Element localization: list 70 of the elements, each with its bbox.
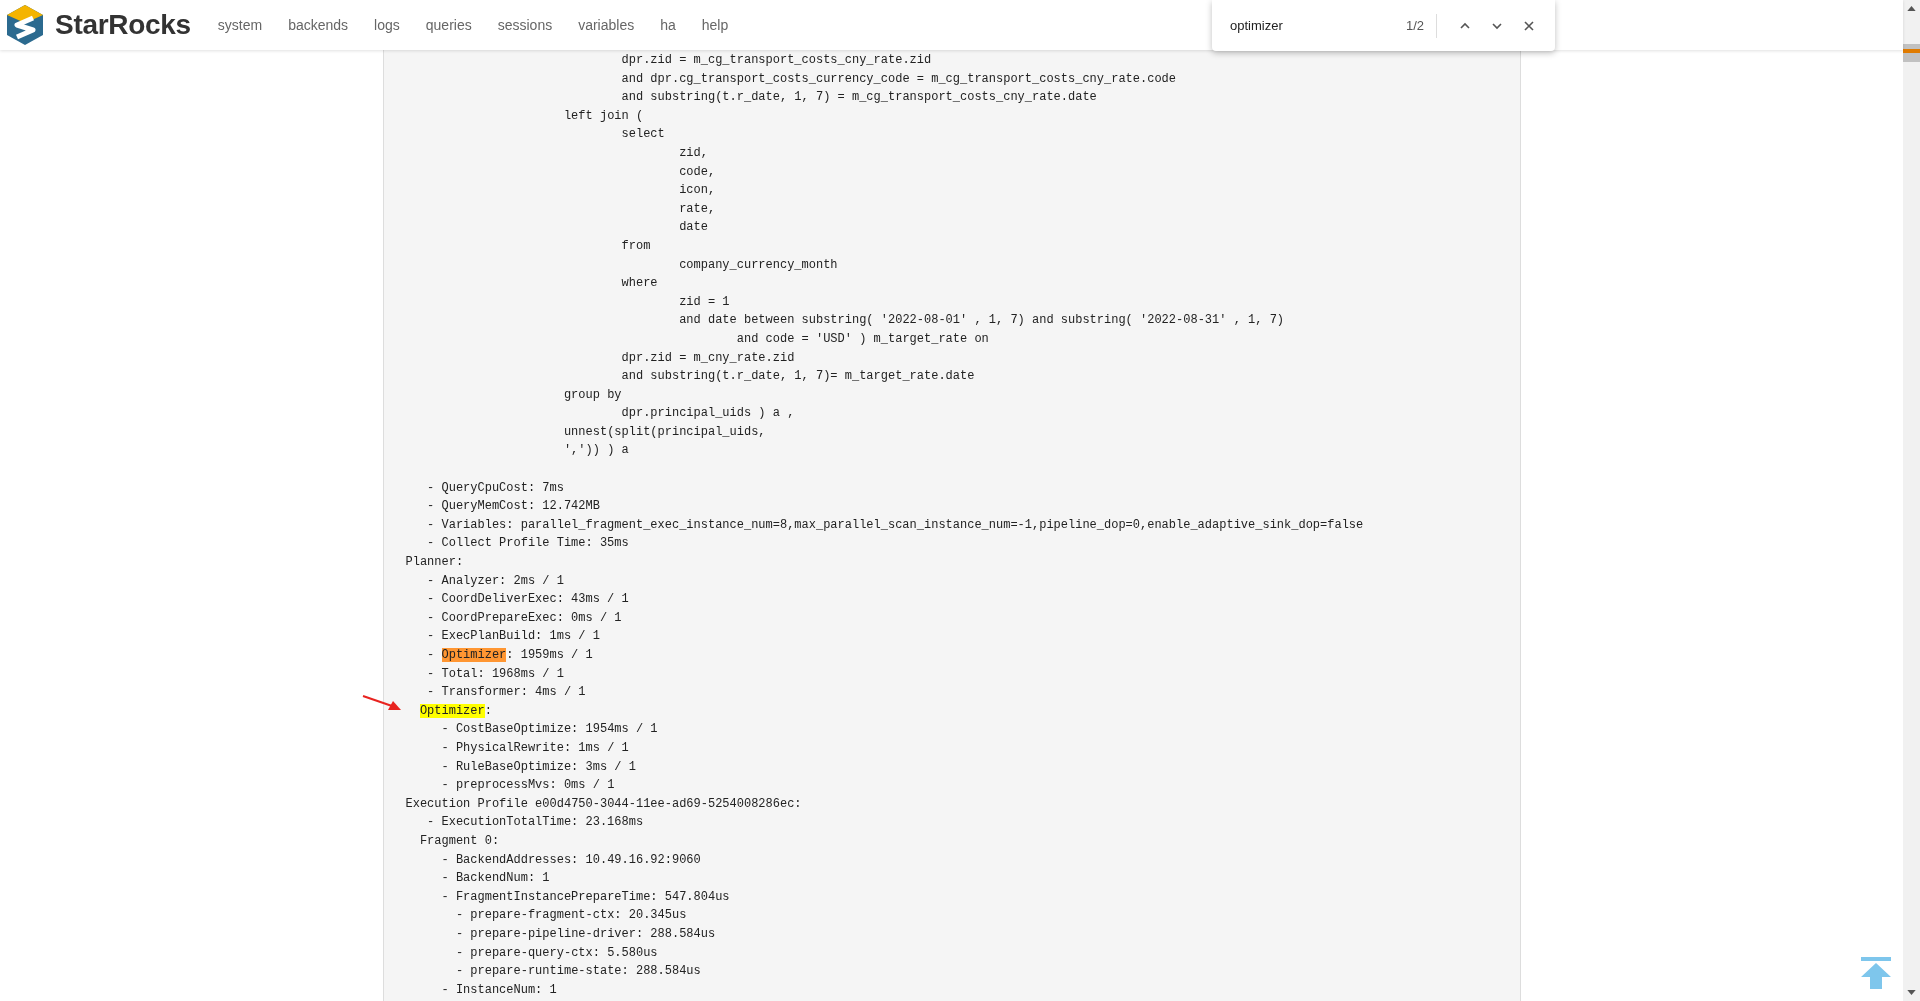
- profile-line: - PhysicalRewrite: 1ms / 1: [440, 739, 629, 757]
- find-input-field[interactable]: optimizer: [1230, 18, 1406, 33]
- profile-line: - CoordPrepareExec: 0ms / 1: [426, 609, 622, 627]
- sql-code-line: icon,: [678, 182, 716, 200]
- profile-line-text: :: [484, 703, 492, 718]
- nav-link[interactable]: variables: [565, 17, 648, 33]
- profile-line: - Transformer: 4ms / 1: [426, 684, 586, 702]
- sql-code-line: and code = 'USD' ) m_target_rate on: [735, 330, 989, 348]
- sql-code-line: dpr.zid = m_cg_transport_costs_cny_rate.zid: [620, 52, 932, 69]
- profile-line-text: -: [427, 648, 436, 662]
- sql-code-line: dpr.principal_uids ) a ,: [620, 405, 795, 423]
- profile-line: - QueryMemCost: 12.742MB: [426, 498, 600, 516]
- nav-link[interactable]: ha: [647, 17, 689, 33]
- profile-line: - Collect Profile Time: 35ms: [426, 535, 629, 553]
- profile-line: - prepare-query-ctx: 5.580us: [454, 944, 658, 962]
- sql-code-line: and date between substring( '2022-08-01' , 1, 7) and substring( '2022-08-31' , 1, 7): [678, 312, 1285, 330]
- sql-code-line: zid,: [678, 144, 708, 162]
- sql-code-line: company_currency_month: [678, 256, 838, 274]
- profile-line: - CoordDeliverExec: 43ms / 1: [426, 591, 629, 609]
- sql-code-line: select: [620, 126, 665, 144]
- sql-code-line: where: [620, 275, 658, 293]
- sql-code-line: group by: [562, 386, 622, 404]
- profile-line: - RuleBaseOptimize: 3ms / 1: [440, 758, 636, 776]
- profile-line: - CostBaseOptimize: 1954ms / 1: [440, 721, 658, 739]
- sql-code-line: and substring(t.r_date, 1, 7) = m_cg_transport_costs_cny_rate.date: [620, 89, 1097, 107]
- nav-link[interactable]: backends: [275, 17, 362, 33]
- profile-line: Planner:: [405, 554, 464, 572]
- close-icon[interactable]: [1522, 18, 1536, 33]
- nav-link[interactable]: system: [204, 17, 276, 33]
- search-highlight: Optimizer: [441, 648, 507, 662]
- scroll-up-icon[interactable]: [1907, 6, 1916, 11]
- sql-code-line: zid = 1: [678, 293, 730, 311]
- scroll-down-icon[interactable]: [1907, 990, 1916, 995]
- sql-code-line: code,: [678, 163, 716, 181]
- nav-link[interactable]: queries: [412, 17, 485, 33]
- profile-line: Execution Profile e00d4750-3044-11ee-ad69-5254008286ec:: [405, 795, 802, 813]
- arrow-annotation: [362, 694, 402, 712]
- sql-code-line: date: [678, 219, 708, 237]
- sql-code-line: left join (: [562, 107, 644, 125]
- profile-line: - ExecutionTotalTime: 23.168ms: [426, 814, 644, 832]
- profile-line: - InstanceNum: 1: [440, 981, 557, 999]
- profile-line: - prepare-pipeline-driver: 288.584us: [454, 925, 716, 943]
- sql-code-line: and substring(t.r_date, 1, 7)= m_target_rate.date: [620, 368, 975, 386]
- profile-line: - prepare-runtime-state: 288.584us: [454, 963, 701, 981]
- sql-code-line: and dpr.cg_transport_costs_currency_code = m_cg_transport_costs_cny_rate.code: [620, 70, 1177, 88]
- match-count: 1/2: [1405, 18, 1424, 33]
- nav-link[interactable]: help: [688, 17, 742, 33]
- sql-code-line: ',')) ) a: [562, 442, 629, 460]
- scrollbar-thumb[interactable]: [1903, 44, 1920, 62]
- scrollbar[interactable]: [1903, 0, 1920, 1001]
- profile-line: - ExecPlanBuild: 1ms / 1: [426, 628, 600, 646]
- brand-name[interactable]: StarRocks: [55, 9, 191, 41]
- sql-code-line: rate,: [678, 200, 716, 218]
- profile-line-text: : 1959ms / 1: [506, 648, 593, 662]
- profile-line: - BackendAddresses: 10.49.16.92:9060: [440, 851, 701, 869]
- profile-line: - Analyzer: 2ms / 1: [426, 572, 564, 590]
- sql-code-line: unnest(split(principal_uids,: [562, 423, 766, 441]
- nav-link[interactable]: sessions: [484, 17, 566, 33]
- profile-line: - prepare-fragment-ctx: 20.345us: [454, 907, 687, 925]
- profile-line: - FragmentInstancePrepareTime: 547.804us: [440, 888, 730, 906]
- sql-code-line: from: [620, 237, 651, 255]
- profile-line: - BackendNum: 1: [440, 870, 550, 888]
- profile-line: - Variables: parallel_fragment_exec_instance_num=8,max_parallel_scan_instance_num=-1,pipeline_dop=0,enable_adaptive_sink_dop=false: [426, 516, 1364, 534]
- nav-link[interactable]: logs: [361, 17, 413, 33]
- profile-line: - QueryCpuCost: 7ms: [426, 479, 564, 497]
- profile-line: - preprocessMvs: 0ms / 1: [440, 777, 615, 795]
- profile-line: Fragment 0:: [418, 832, 500, 850]
- profile-line: - Total: 1968ms / 1: [426, 665, 564, 683]
- search-highlight: Optimizer: [419, 703, 485, 718]
- sql-code-line: dpr.zid = m_cny_rate.zid: [620, 349, 795, 367]
